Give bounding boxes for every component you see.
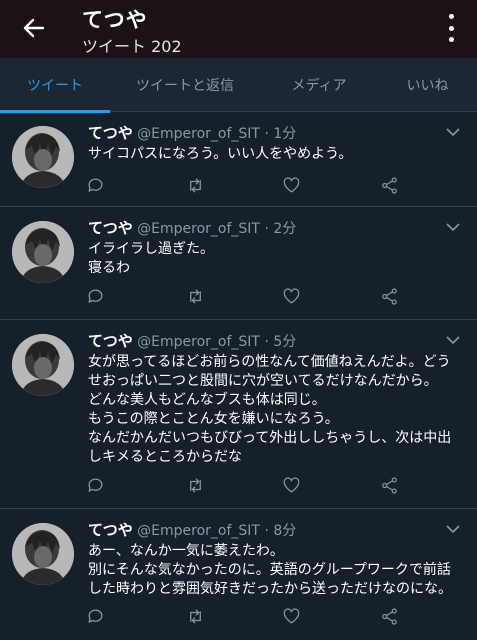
like-icon: [283, 287, 299, 303]
tweet-author-name[interactable]: てつや: [88, 332, 133, 350]
tweet-text: サイコパスになろう。いい人をやめよう。: [88, 145, 466, 164]
tweet-time[interactable]: 8分: [273, 523, 296, 539]
profile-header: てつや ツイート 202: [0, 0, 477, 58]
tweet-actions: [84, 474, 414, 496]
avatar[interactable]: [12, 334, 74, 396]
tweet-text-line: した時わりと雰囲気好きだったから送っただけなのにな。: [88, 581, 452, 597]
share-icon: [381, 287, 397, 305]
tweet-text-line: せおっぱい二つと股間に穴が空いてるだけなんだから。: [88, 373, 438, 389]
retweet-icon: [189, 478, 201, 492]
tweet[interactable]: てつや @Emperor_of_SIT · 1分 サイコパスになろう。いい人をや…: [0, 112, 477, 207]
tweet-text-line: もうこの際とことん女を嫌いになろう。: [88, 411, 339, 427]
reply-icon: [88, 177, 102, 192]
retweet-icon: [189, 609, 201, 623]
avatar[interactable]: [12, 221, 74, 283]
retweet-icon: [189, 178, 201, 192]
tweet-author-name[interactable]: てつや: [88, 124, 133, 142]
chevron-down-icon[interactable]: [445, 219, 461, 235]
profile-tabs: ツイート ツイートと返信 メディア いいね: [0, 58, 477, 113]
tweet-actions: [84, 285, 414, 307]
chevron-down-icon[interactable]: [445, 332, 461, 348]
share-icon: [381, 476, 397, 494]
tweet-header: てつや @Emperor_of_SIT · 8分: [88, 519, 296, 540]
tweet-count: ツイート 202: [82, 37, 182, 56]
reply-icon: [88, 477, 102, 492]
tweet-author-handle[interactable]: @Emperor_of_SIT: [137, 221, 260, 237]
chevron-down-icon[interactable]: [445, 124, 461, 140]
tweet-header: てつや @Emperor_of_SIT · 2分: [88, 217, 296, 238]
timeline: てつや @Emperor_of_SIT · 1分 サイコパスになろう。いい人をや…: [0, 112, 477, 640]
tweet-text: イライラし過ぎた。 寝るわ: [88, 240, 466, 278]
profile-name: てつや: [82, 8, 148, 32]
tweet-author-handle[interactable]: @Emperor_of_SIT: [137, 126, 260, 142]
tweet-text-line: 別にそんな気なかったのに。英語のグループワークで前話: [88, 562, 451, 578]
separator: ·: [264, 523, 269, 539]
tweet-author-name[interactable]: てつや: [88, 219, 133, 237]
reply-button[interactable]: [84, 174, 106, 196]
like-button[interactable]: [280, 174, 302, 196]
tab-tweets-and-replies[interactable]: ツイートと返信: [110, 58, 260, 112]
tab-tweets[interactable]: ツイート: [0, 58, 110, 113]
reply-button[interactable]: [84, 474, 106, 496]
tweet-header: てつや @Emperor_of_SIT · 5分: [88, 330, 296, 351]
tweet-text-line: どんな美人もどんなブスも体は同じ。: [88, 392, 326, 408]
tweet-actions: [84, 605, 414, 627]
like-icon: [283, 607, 299, 623]
separator: ·: [264, 126, 269, 142]
avatar[interactable]: [12, 126, 74, 188]
tweet-text-line: しキメるところからだな: [88, 449, 242, 465]
avatar[interactable]: [12, 523, 74, 585]
tweet-text-line: なんだかんだいつもびびって外出ししちゃうし、次は中出: [88, 430, 452, 446]
reply-button[interactable]: [84, 605, 106, 627]
tweet-text-line: 寝るわ: [88, 260, 130, 276]
tab-likes[interactable]: いいね: [378, 58, 477, 112]
tab-media[interactable]: メディア: [260, 58, 378, 112]
tweet[interactable]: てつや @Emperor_of_SIT · 8分 あー、なんか一気に萎えたわ。 …: [0, 509, 477, 640]
share-button[interactable]: [378, 174, 400, 196]
reply-icon: [88, 608, 102, 623]
tweet-text: あー、なんか一気に萎えたわ。 別にそんな気なかったのに。英語のグループワークで前…: [88, 542, 466, 599]
reply-icon: [88, 288, 102, 303]
tweet-author-name[interactable]: てつや: [88, 521, 133, 539]
share-button[interactable]: [378, 474, 400, 496]
more-options-button[interactable]: [445, 14, 457, 42]
retweet-button[interactable]: [184, 285, 206, 307]
tweet-actions: [84, 174, 414, 196]
back-arrow-icon: [23, 18, 45, 38]
chevron-down-icon[interactable]: [445, 521, 461, 537]
share-button[interactable]: [378, 605, 400, 627]
tweet[interactable]: てつや @Emperor_of_SIT · 2分 イライラし過ぎた。 寝るわ: [0, 207, 477, 320]
like-icon: [283, 476, 299, 492]
retweet-button[interactable]: [184, 474, 206, 496]
retweet-icon: [189, 289, 201, 303]
share-button[interactable]: [378, 285, 400, 307]
tweet-header: てつや @Emperor_of_SIT · 1分: [88, 122, 296, 143]
like-button[interactable]: [280, 285, 302, 307]
tweet-text-line: イライラし過ぎた。: [88, 241, 214, 257]
retweet-button[interactable]: [184, 605, 206, 627]
tweet-time[interactable]: 1分: [273, 126, 296, 142]
tweet-time[interactable]: 2分: [273, 221, 296, 237]
tweet-text-line: あー、なんか一気に萎えたわ。: [88, 543, 284, 559]
tweet-author-handle[interactable]: @Emperor_of_SIT: [137, 334, 260, 350]
separator: ·: [264, 221, 269, 237]
separator: ·: [264, 334, 269, 350]
share-icon: [381, 607, 397, 625]
tweet-author-handle[interactable]: @Emperor_of_SIT: [137, 523, 260, 539]
tweet[interactable]: てつや @Emperor_of_SIT · 5分 女が思ってるほどお前らの性なん…: [0, 320, 477, 509]
more-vertical-icon: [448, 14, 454, 42]
tweet-text-line: 女が思ってるほどお前らの性なんて価値ねえんだよ。どう: [88, 354, 451, 370]
tweet-time[interactable]: 5分: [273, 334, 296, 350]
back-button[interactable]: [18, 12, 50, 44]
share-icon: [381, 176, 397, 194]
reply-button[interactable]: [84, 285, 106, 307]
like-button[interactable]: [280, 605, 302, 627]
like-button[interactable]: [280, 474, 302, 496]
tweet-text: 女が思ってるほどお前らの性なんて価値ねえんだよ。どう せおっぱい二つと股間に穴が…: [88, 353, 466, 467]
tweet-text-line: サイコパスになろう。いい人をやめよう。: [88, 146, 353, 162]
like-icon: [283, 176, 299, 192]
retweet-button[interactable]: [184, 174, 206, 196]
